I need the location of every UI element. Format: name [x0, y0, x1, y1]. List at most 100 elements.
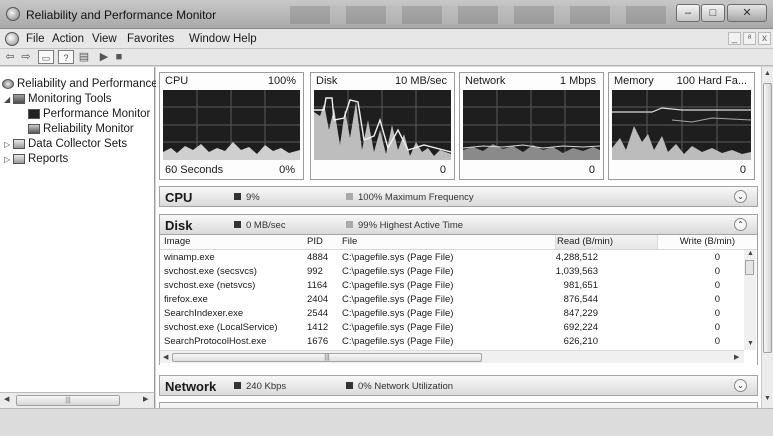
cell-image: SearchIndexer.exe [164, 308, 244, 319]
table-row[interactable]: SearchProtocolHost.exe 1676 C:\pagefile.… [160, 335, 742, 347]
table-row[interactable]: svchost.exe (netsvcs) 1164 C:\pagefile.s… [160, 279, 742, 293]
help-icon[interactable]: ? [58, 50, 74, 64]
back-arrow-icon[interactable]: ⇦ [2, 50, 18, 64]
expand-arrow-icon[interactable]: ▷ [4, 153, 13, 167]
table-vertical-scrollbar[interactable]: ▲ ▼ [744, 250, 756, 350]
forward-arrow-icon[interactable]: ⇨ [18, 50, 34, 64]
mdi-restore-icon[interactable]: ᵃ [743, 32, 756, 45]
cell-pid: 4884 [307, 252, 329, 263]
close-button[interactable]: ✕ [727, 4, 767, 22]
collapse-chevron-icon[interactable]: ⌃ [734, 218, 747, 231]
scroll-right-icon[interactable]: ▶ [734, 353, 739, 361]
expand-chevron-icon[interactable]: ⌄ [734, 379, 747, 392]
cpu-usage-value: 9% [246, 192, 260, 203]
network-section-header[interactable]: Network 240 Kbps 0% Network Utilization … [159, 375, 758, 396]
stop-icon[interactable]: ■ [111, 50, 127, 64]
scroll-down-icon[interactable]: ▼ [764, 395, 771, 402]
table-row[interactable]: firefox.exe 2404 C:\pagefile.sys (Page F… [160, 293, 742, 307]
cell-read: 1,039,563 [555, 266, 598, 277]
legend-swatch-dark [234, 193, 241, 200]
mdi-minimize-icon[interactable]: _ [728, 32, 741, 45]
cpu-graph-plot [163, 90, 300, 160]
expand-chevron-icon[interactable]: ⌄ [734, 190, 747, 203]
app-icon [6, 7, 20, 21]
scroll-up-icon[interactable]: ▲ [747, 250, 754, 257]
collapse-arrow-icon[interactable]: ◢ [4, 93, 13, 107]
graph-min: 0% [279, 164, 295, 176]
graph-label: Memory [614, 75, 654, 87]
network-graph-plot [463, 90, 600, 160]
memory-graph: Memory 100 Hard Fa... 0 [608, 72, 755, 180]
title-bar[interactable]: Reliability and Performance Monitor – □ … [0, 0, 773, 29]
cell-write: 0 [714, 266, 720, 277]
scroll-thumb[interactable]: ||| [172, 353, 482, 362]
tree-item-label: Reliability and Performance [17, 78, 158, 90]
tree-item-monitoring-tools[interactable]: ◢ Monitoring Tools [4, 92, 112, 106]
cell-read: 981,651 [563, 280, 598, 291]
cell-image: svchost.exe (netsvcs) [164, 280, 256, 291]
tree-item-label: Monitoring Tools [28, 93, 112, 105]
scroll-down-icon[interactable]: ▼ [747, 340, 754, 347]
scroll-thumb[interactable] [745, 260, 754, 275]
scroll-thumb[interactable]: ||| [16, 395, 120, 406]
tree-item-performance-monitor[interactable]: Performance Monitor [28, 107, 150, 121]
menu-file[interactable]: File [26, 33, 45, 45]
column-header-read[interactable]: Read (B/min) [557, 236, 613, 247]
tree-item-label: Data Collector Sets [28, 138, 128, 150]
background-window-ghost [290, 6, 670, 24]
maximize-button[interactable]: □ [701, 4, 725, 22]
column-header-pid[interactable]: PID [307, 236, 323, 247]
cell-image: svchost.exe (secsvcs) [164, 266, 257, 277]
legend-swatch-dark [234, 221, 241, 228]
disk-graph-plot [314, 90, 451, 160]
section-title: Disk [165, 218, 193, 233]
table-row[interactable]: SearchIndexer.exe 2544 C:\pagefile.sys (… [160, 307, 742, 321]
table-horizontal-scrollbar[interactable]: ◀ ||| ▶ [160, 350, 744, 363]
main-vertical-scrollbar[interactable]: ▲ ▼ [761, 67, 773, 408]
table-row[interactable]: svchost.exe (LocalService) 1412 C:\pagef… [160, 321, 742, 335]
tree-item-data-collector-sets[interactable]: ▷ Data Collector Sets [4, 137, 127, 151]
table-row[interactable]: svchost.exe (secsvcs) 992 C:\pagefile.sy… [160, 265, 742, 279]
scroll-left-icon[interactable]: ◀ [163, 353, 168, 361]
mmc-icon[interactable] [5, 32, 19, 46]
properties-icon[interactable]: ▤ [76, 50, 92, 64]
disk-table: Image PID File Read (B/min) Write (B/min… [159, 235, 758, 365]
menu-action[interactable]: Action [52, 33, 84, 45]
tree-item-reports[interactable]: ▷ Reports [4, 152, 68, 166]
cpu-graph: CPU 100% 60 Seconds 0% [159, 72, 304, 180]
tree-horizontal-scrollbar[interactable]: ◀ ||| ▶ [0, 392, 155, 408]
expand-arrow-icon[interactable]: ▷ [4, 138, 13, 152]
mdi-close-icon[interactable]: x [758, 32, 771, 45]
cpu-section-header[interactable]: CPU 9% 100% Maximum Frequency ⌄ [159, 186, 758, 207]
cell-image: svchost.exe (LocalService) [164, 322, 278, 333]
menu-window[interactable]: Window [189, 33, 230, 45]
column-header-image[interactable]: Image [164, 236, 190, 247]
graph-time-span: 60 Seconds [165, 164, 224, 176]
tree-item-reliability-monitor[interactable]: Reliability Monitor [28, 122, 134, 136]
section-title: Network [165, 379, 217, 394]
reliability-icon [2, 78, 14, 89]
table-header: Image PID File Read (B/min) Write (B/min… [160, 235, 757, 250]
scroll-thumb[interactable] [763, 83, 772, 353]
disk-section-header[interactable]: Disk 0 MB/sec 99% Highest Active Time ⌃ [159, 214, 758, 235]
column-header-write[interactable]: Write (B/min) [680, 236, 735, 247]
reports-icon [13, 153, 25, 164]
scroll-right-icon[interactable]: ▶ [143, 395, 148, 403]
tree-item-reliability-and-performance[interactable]: Reliability and Performance [2, 77, 158, 91]
cell-pid: 1164 [307, 280, 328, 291]
cell-read: 692,224 [563, 322, 598, 333]
start-icon[interactable]: ▶ [96, 50, 112, 64]
menu-view[interactable]: View [92, 33, 117, 45]
scroll-up-icon[interactable]: ▲ [764, 70, 771, 77]
cell-pid: 2544 [307, 308, 329, 319]
show-hide-console-tree-icon[interactable]: ▭ [38, 50, 54, 64]
scroll-left-icon[interactable]: ◀ [4, 395, 9, 403]
column-header-file[interactable]: File [342, 236, 357, 247]
cell-pid: 1412 [307, 322, 329, 333]
table-row[interactable]: winamp.exe 4884 C:\pagefile.sys (Page Fi… [160, 251, 742, 265]
minimize-button[interactable]: – [676, 4, 700, 22]
graph-max: 100% [267, 75, 296, 87]
menu-favorites[interactable]: Favorites [127, 33, 174, 45]
menu-help[interactable]: Help [233, 33, 257, 45]
graph-label: CPU [165, 75, 189, 87]
